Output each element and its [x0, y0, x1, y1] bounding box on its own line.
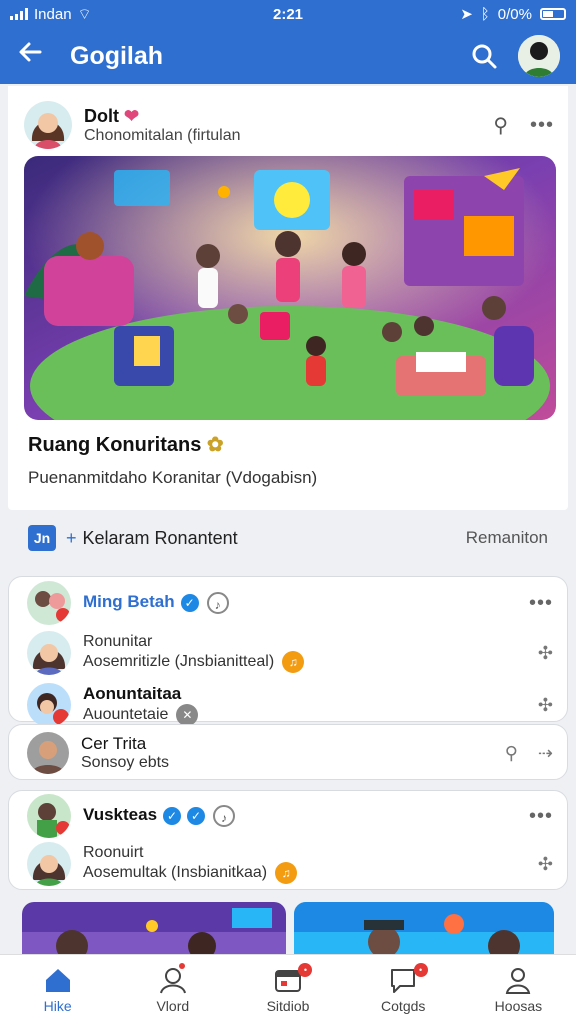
- tab-world[interactable]: Vlord: [115, 955, 230, 1024]
- music-badge-icon: ♫: [275, 862, 298, 884]
- more-options-icon[interactable]: •••: [529, 592, 553, 615]
- member-name: Ronunitar: [83, 633, 153, 650]
- group-avatar[interactable]: [27, 581, 71, 625]
- music-icon: ♪: [213, 805, 236, 827]
- verified-icon: ✓: [180, 594, 199, 612]
- tab-label: Cotgds: [381, 997, 426, 1014]
- heart-icon: ❤: [124, 105, 140, 126]
- chat-sub: Sonsoy ebts: [81, 754, 170, 771]
- plus-icon[interactable]: +: [66, 528, 77, 548]
- group-card-1: Ming Betah ✓ ♪ ••• Ronunitar Aosemritizle (…: [8, 576, 568, 727]
- author-avatar[interactable]: [24, 101, 72, 149]
- back-arrow-icon[interactable]: [16, 38, 64, 74]
- bottom-nav: Hike Vlord • Sitdiob • Cotgds Hoosas: [0, 954, 576, 1024]
- status-time: 2:21: [272, 5, 304, 23]
- tab-profile[interactable]: Hoosas: [461, 955, 576, 1024]
- profile-avatar[interactable]: [518, 35, 560, 77]
- notification-badge: •: [413, 963, 428, 977]
- post-card: Dolt ❤ Chonomitalan (firtulan ⚲ ••• Ruan…: [8, 86, 568, 510]
- status-bar: Indan ⌔ 2:21 ➤ ᛒ 0/0%: [0, 0, 576, 28]
- trophy-icon: ✿: [206, 434, 224, 456]
- location-icon: ➤: [460, 6, 473, 23]
- pin-icon[interactable]: ✣: [538, 695, 553, 716]
- member-avatar[interactable]: [27, 631, 71, 675]
- author-name[interactable]: Dolt: [84, 106, 119, 126]
- pin-icon[interactable]: ⚲: [493, 113, 508, 138]
- author-subtitle: Chonomitalan (firtulan: [84, 126, 241, 144]
- profile-icon: [159, 967, 186, 993]
- chat-name: Cer Trita: [81, 734, 147, 753]
- home-icon: [45, 968, 70, 992]
- page-title: Gogilah: [70, 41, 164, 70]
- member-name: Roonuirt: [83, 844, 144, 861]
- wifi-icon: ⌔: [77, 5, 92, 23]
- tab-chats[interactable]: • Cotgds: [346, 955, 461, 1024]
- music-badge-icon: ♫: [282, 651, 305, 673]
- battery-icon: [540, 8, 566, 20]
- member-avatar[interactable]: [27, 842, 71, 886]
- thumbnail-1[interactable]: [22, 902, 286, 962]
- member-sub: Aosemultak (Insbianitkaa): [83, 864, 268, 882]
- pin-icon[interactable]: ✣: [538, 854, 553, 875]
- user-icon: [506, 967, 531, 994]
- post-description: Puenanmitdaho Koranitar (Vdogabisn): [28, 468, 318, 487]
- group-name[interactable]: Ming Betah: [83, 592, 175, 611]
- music-icon: ♪: [206, 592, 229, 614]
- tab-label: Vlord: [156, 997, 190, 1014]
- tab-home[interactable]: Hike: [0, 955, 115, 1024]
- member-sub: Auountetaie: [83, 706, 169, 724]
- tab-studio[interactable]: • Sitdiob: [230, 955, 345, 1024]
- notification-badge: •: [298, 963, 313, 977]
- battery-percent: 0/0%: [497, 5, 532, 23]
- remaining-link[interactable]: Remaniton: [466, 528, 548, 548]
- member-name: Aonuntaitaa: [83, 684, 182, 703]
- tab-label: Sitdiob: [266, 997, 310, 1014]
- group-card-2: Vuskteas ✓ ✓ ♪ ••• Roonuirt Aosemultak (Insb…: [8, 790, 568, 890]
- tab-label: Hike: [43, 997, 72, 1014]
- search-icon[interactable]: [464, 36, 504, 76]
- bluetooth-icon: ᛒ: [480, 5, 490, 23]
- group-avatar[interactable]: [27, 794, 71, 838]
- member-avatar[interactable]: [27, 683, 71, 727]
- signal-icon: [10, 8, 28, 20]
- thumbnail-2[interactable]: [294, 902, 554, 962]
- group-name[interactable]: Vuskteas: [83, 805, 157, 824]
- pin-icon[interactable]: ⚲: [505, 743, 518, 764]
- verified-icon: ✓: [187, 807, 206, 825]
- tab-label: Hoosas: [494, 997, 543, 1014]
- content-action-bar: Jn + Kelaram Ronantent Remaniton: [8, 516, 568, 560]
- more-options-icon[interactable]: •••: [530, 114, 554, 137]
- add-content-link[interactable]: Kelaram Ronantent: [83, 528, 238, 548]
- chat-row-card[interactable]: Cer Trita Sonsoy ebts ⚲ ⇢: [8, 724, 568, 780]
- forward-icon[interactable]: ⇢: [538, 743, 553, 764]
- member-sub: Aosemritizle (Jnsbianitteal): [83, 653, 275, 671]
- post-image[interactable]: [24, 156, 556, 420]
- app-bar: Gogilah: [0, 28, 576, 84]
- mute-icon: ✕: [176, 704, 199, 726]
- post-title[interactable]: Ruang Konuritans: [28, 434, 201, 456]
- more-options-icon[interactable]: •••: [529, 805, 553, 828]
- member-avatar[interactable]: [27, 732, 69, 774]
- pin-icon[interactable]: ✣: [538, 643, 553, 664]
- carrier-label: Indan: [34, 5, 72, 23]
- content-chip[interactable]: Jn: [28, 525, 56, 551]
- verified-icon: ✓: [163, 807, 182, 825]
